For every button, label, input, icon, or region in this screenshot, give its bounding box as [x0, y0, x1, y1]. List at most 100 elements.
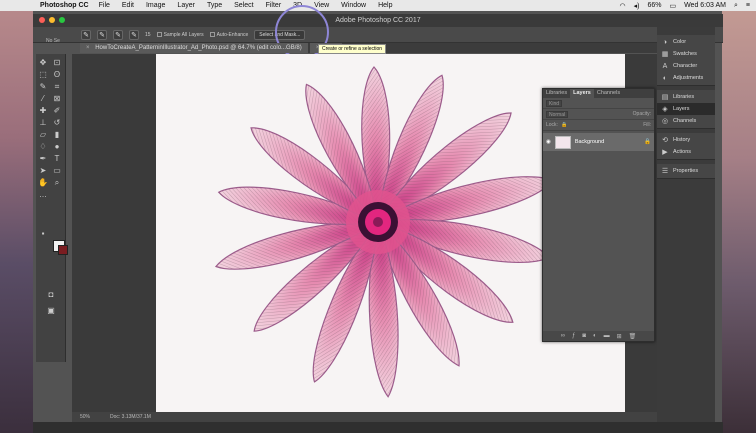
artboard-tool-icon[interactable]: ⊡ — [52, 58, 62, 68]
gradient-tool-icon[interactable]: ▮ — [52, 130, 62, 140]
menu-help[interactable]: Help — [378, 2, 392, 9]
wifi-icon[interactable]: ◠ — [619, 2, 625, 10]
menu-image[interactable]: Image — [146, 2, 165, 9]
sample-all-layers-label: Sample All Layers — [163, 31, 204, 38]
close-window-button[interactable] — [39, 17, 45, 23]
volume-icon[interactable]: ◂) — [634, 2, 640, 10]
window-titlebar: Adobe Photoshop CC 2017 — [33, 14, 723, 27]
brush-tool-icon[interactable]: ✐ — [52, 106, 62, 116]
menu-window[interactable]: Window — [341, 2, 366, 9]
battery-level[interactable]: 66% — [647, 2, 661, 9]
tab-libraries[interactable]: Libraries — [543, 89, 570, 98]
dock-properties[interactable]: ☰ Properties — [657, 165, 715, 177]
history-icon: ⟲ — [662, 137, 668, 144]
dock-group-layers: ▤ Libraries ◈ Layers ◎ Channels — [657, 90, 715, 129]
menu-list-icon[interactable]: ≡ — [746, 2, 750, 9]
dock-libraries[interactable]: ▤ Libraries — [657, 91, 715, 103]
history-brush-tool-icon[interactable]: ↺ — [52, 118, 62, 128]
eye-icon[interactable]: ◉ — [546, 139, 551, 145]
dock-channels[interactable]: ◎ Channels — [657, 115, 715, 127]
brush-size[interactable]: 15 — [145, 32, 151, 38]
auto-enhance-checkbox[interactable]: Auto-Enhance — [209, 32, 248, 38]
tab-layers[interactable]: Layers — [570, 89, 594, 98]
more-tools-icon[interactable]: … — [38, 190, 48, 200]
window-title: Adobe Photoshop CC 2017 — [335, 17, 421, 24]
app-menu[interactable]: Photoshop CC — [40, 2, 89, 9]
lock-icon[interactable]: 🔒 — [561, 122, 567, 128]
menu-view[interactable]: View — [314, 2, 329, 9]
fx-icon[interactable]: ƒ — [572, 333, 575, 339]
marquee-tool-icon[interactable]: ⬚ — [38, 70, 48, 80]
new-group-icon[interactable]: ▬ — [604, 333, 610, 339]
menu-3d[interactable]: 3D — [293, 2, 302, 9]
actions-icon: ▶ — [662, 149, 668, 156]
document-tab-1[interactable]: × HowToCreateA_PatterninIllustrator_Ad_P… — [80, 43, 308, 53]
dock-layers[interactable]: ◈ Layers — [657, 103, 715, 115]
link-layers-icon[interactable]: ∞ — [561, 333, 565, 339]
menu-filter[interactable]: Filter — [266, 2, 282, 9]
type-tool-icon[interactable]: T — [52, 154, 62, 164]
layer-kind-filter[interactable]: Kind — [546, 99, 563, 107]
layer-background[interactable]: ◉ Background 🔒 — [543, 133, 654, 151]
shape-tool-icon[interactable]: ▭ — [52, 166, 62, 176]
default-colors-icon[interactable]: ▪ — [38, 229, 48, 239]
menu-edit[interactable]: Edit — [122, 2, 134, 9]
adjustment-layer-icon[interactable]: ◐ — [593, 333, 597, 339]
hand-tool-icon[interactable]: ✋ — [38, 178, 48, 188]
dock-actions[interactable]: ▶ Actions — [657, 146, 715, 158]
dock-character[interactable]: A Character — [657, 60, 715, 72]
new-layer-icon[interactable]: ⊞ — [617, 333, 622, 340]
blur-tool-icon[interactable]: ♢ — [38, 142, 48, 152]
menu-bar: Photoshop CC File Edit Image Layer Type … — [0, 0, 756, 11]
zoom-tool-icon[interactable]: ⌕ — [52, 178, 62, 188]
tab-channels[interactable]: Channels — [594, 89, 623, 98]
subtract-from-selection-icon[interactable]: ✎ — [129, 29, 139, 40]
zoom-level[interactable]: 50% — [80, 414, 90, 420]
clone-stamp-tool-icon[interactable]: ⊥ — [38, 118, 48, 128]
document-tab-1-title: HowToCreateA_PatterninIllustrator_Ad_Pho… — [95, 45, 302, 51]
menu-layer[interactable]: Layer — [177, 2, 195, 9]
frame-tool-icon[interactable]: ⊠ — [52, 94, 62, 104]
minimize-window-button[interactable] — [49, 17, 55, 23]
dock-actions-label: Actions — [673, 149, 692, 155]
add-to-selection-icon[interactable]: ✎ — [113, 29, 123, 40]
background-color-swatch[interactable] — [58, 245, 68, 255]
menu-file[interactable]: File — [99, 2, 110, 9]
blend-mode-select[interactable]: Normal — [546, 110, 569, 118]
crop-tool-icon[interactable]: ⌗ — [52, 82, 62, 92]
pen-tool-icon[interactable]: ✒ — [38, 154, 48, 164]
add-mask-icon[interactable]: ◙ — [582, 333, 586, 339]
menu-type[interactable]: Type — [207, 2, 222, 9]
menu-select[interactable]: Select — [234, 2, 253, 9]
quick-selection-tool-preset[interactable]: ✎ — [81, 29, 91, 40]
delete-layer-icon[interactable]: 🗑 — [629, 333, 637, 340]
search-icon[interactable]: ⌕ — [734, 2, 738, 10]
document-size[interactable]: Doc: 3.13M/37.1M — [110, 414, 151, 420]
eraser-tool-icon[interactable]: ▱ — [38, 130, 48, 140]
dodge-tool-icon[interactable]: ● — [52, 142, 62, 152]
path-selection-tool-icon[interactable]: ➤ — [38, 166, 48, 176]
healing-brush-tool-icon[interactable]: ✚ — [38, 106, 48, 116]
dock-swatches[interactable]: ▦ Swatches — [657, 48, 715, 60]
dock-history[interactable]: ⟲ History — [657, 134, 715, 146]
window-bottom-edge — [33, 422, 723, 433]
zoom-window-button[interactable] — [59, 17, 65, 23]
dock-adjustments[interactable]: ◐ Adjustments — [657, 72, 715, 84]
lasso-tool-icon[interactable]: ʘ — [52, 70, 62, 80]
dock-properties-label: Properties — [673, 168, 699, 174]
move-tool-icon[interactable]: ✥ — [38, 58, 48, 68]
select-and-mask-button[interactable]: Select and Mask... — [254, 29, 306, 40]
checkbox-icon — [209, 32, 215, 37]
screen-mode-icon[interactable]: ▣ — [46, 306, 56, 316]
dock-channels-label: Channels — [673, 118, 697, 124]
eyedropper-tool-icon[interactable]: ⁄ — [38, 94, 48, 104]
menu-clock[interactable]: Wed 6:03 AM — [684, 2, 726, 9]
new-selection-icon[interactable]: ✎ — [97, 29, 107, 40]
layer-name: Background — [574, 139, 605, 145]
quick-mask-icon[interactable]: ◘ — [46, 290, 56, 300]
quick-selection-tool-icon[interactable]: ✎ — [38, 82, 48, 92]
desktop-wallpaper-right — [722, 10, 756, 433]
sample-all-layers-checkbox[interactable]: Sample All Layers — [156, 31, 204, 38]
dock-color[interactable]: ◑ Color — [657, 36, 715, 48]
close-tab-icon[interactable]: × — [86, 45, 90, 51]
